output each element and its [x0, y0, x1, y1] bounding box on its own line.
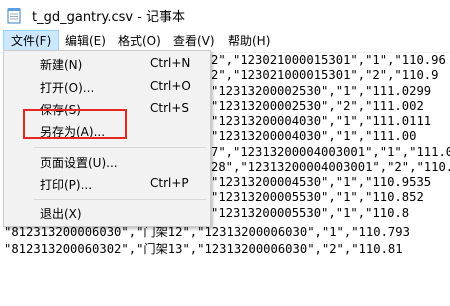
- editor-line: 28","12313200004003001","2","110.: [211, 160, 450, 174]
- editor-line: "12313200002530","1","111.0299: [211, 84, 432, 98]
- menu-item-label: 页面设置(U)...: [40, 156, 118, 170]
- editor-line: "12313200005530","1","110.8: [211, 206, 410, 220]
- menu-item-shortcut: Ctrl+S: [150, 101, 190, 115]
- menu-separator: [34, 199, 206, 200]
- menu-edit[interactable]: 编辑(E): [58, 31, 113, 51]
- menu-item-exit[interactable]: 退出(X): [4, 202, 210, 224]
- menu-help[interactable]: 帮助(H): [221, 31, 277, 51]
- menu-item-label: 打印(P)...: [40, 178, 93, 192]
- menu-item-shortcut: Ctrl+P: [150, 176, 189, 190]
- editor-line: "12313200002530","2","111.002: [211, 99, 424, 113]
- editor-line: "812313200060302","门架13","12313200006030…: [4, 242, 403, 256]
- menu-format[interactable]: 格式(O): [111, 31, 168, 51]
- menu-item-new[interactable]: 新建(N) Ctrl+N: [4, 53, 210, 75]
- menu-separator: [34, 147, 206, 148]
- notepad-icon: [7, 8, 21, 24]
- editor-line: "812313200006030","门架12","12313200006030…: [4, 225, 410, 239]
- editor-line: "12313200004030","1","111.0111: [211, 114, 432, 128]
- editor-line: "12313200005530","1","110.852: [211, 190, 424, 204]
- menu-file[interactable]: 文件(F): [3, 30, 60, 52]
- menu-item-open[interactable]: 打开(O)... Ctrl+O: [4, 76, 210, 98]
- menu-item-label: 打开(O)...: [40, 81, 95, 95]
- editor-line: 2","123021000015301","2","110.9: [211, 68, 439, 82]
- menu-item-shortcut: Ctrl+O: [150, 79, 191, 93]
- menu-view[interactable]: 查看(V): [166, 31, 222, 51]
- editor-line: 7","12313200004003001","1","111.0: [211, 145, 450, 159]
- menu-item-shortcut: Ctrl+N: [150, 56, 191, 70]
- menu-item-label: 退出(X): [40, 207, 82, 221]
- annotation-highlight-box: [23, 109, 127, 139]
- editor-line: "12313200004030","1","111.00: [211, 129, 417, 143]
- menu-item-print[interactable]: 打印(P)... Ctrl+P: [4, 173, 210, 195]
- editor-line: 2","123021000015301","1","110.96: [211, 53, 446, 67]
- window-title: t_gd_gantry.csv - 记事本: [32, 10, 186, 25]
- editor-line: "12313200004530","1","110.9535: [211, 175, 432, 189]
- menu-item-label: 新建(N): [40, 58, 83, 72]
- title-bar: t_gd_gantry.csv - 记事本: [0, 0, 450, 31]
- menu-item-page-setup[interactable]: 页面设置(U)...: [4, 151, 210, 173]
